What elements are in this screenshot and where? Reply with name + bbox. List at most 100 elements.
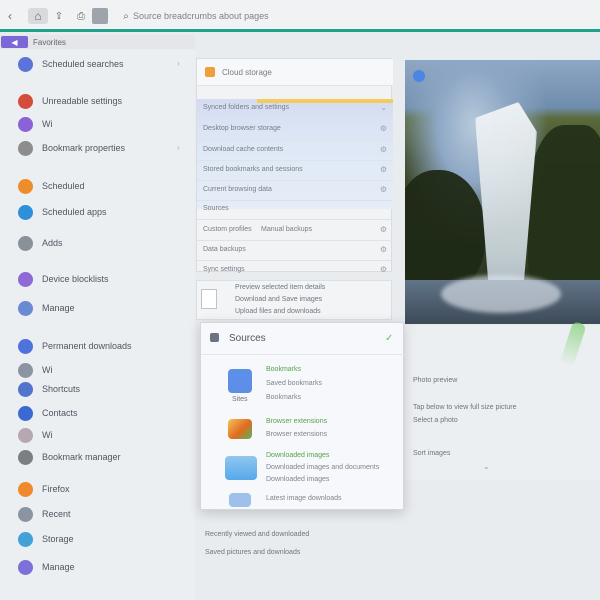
- sidebar-item[interactable]: Unreadable settings: [0, 91, 195, 113]
- sidebar-item[interactable]: Scheduled: [0, 176, 195, 198]
- dialog-item-subtitle: Browser extensions: [266, 431, 328, 438]
- panel-row[interactable]: Current browsing data ⚙: [197, 181, 393, 201]
- dialog-item-title: Browser extensions: [266, 418, 328, 425]
- folder-icon: [205, 67, 215, 77]
- panel-row[interactable]: Download cache contents ⚙: [197, 141, 393, 161]
- chevron-icon[interactable]: ⌄: [380, 103, 387, 112]
- panel-row[interactable]: Desktop browser storage ⚙: [197, 120, 393, 140]
- panel-header: Cloud storage: [197, 59, 393, 86]
- gear-icon[interactable]: ⚙: [380, 265, 387, 274]
- notes-icon: [18, 507, 33, 522]
- gear-icon[interactable]: ⚙: [380, 185, 387, 194]
- extension-icon: [228, 419, 252, 439]
- panel-row[interactable]: Synced folders and settings ⌄: [197, 99, 393, 119]
- orange-dot-icon: [18, 179, 33, 194]
- back-button[interactable]: ‹: [3, 8, 17, 24]
- dialog-icon: [210, 333, 219, 342]
- sidebar-item[interactable]: Contacts: [0, 403, 195, 425]
- sidebar-toggle-button[interactable]: ◀: [1, 36, 28, 48]
- share-icon[interactable]: ⇪: [53, 8, 65, 24]
- dialog-item-1[interactable]: Sites Bookmarks Saved bookmarks Bookmark…: [201, 365, 405, 415]
- photo-detail-line: Select a photo: [413, 417, 458, 424]
- sidebar-item-label: Bookmark manager: [42, 452, 121, 462]
- sidebar-item[interactable]: Firefox: [0, 479, 195, 501]
- purple-dot-icon: [18, 117, 33, 132]
- sidebar-item[interactable]: Storage: [0, 529, 195, 551]
- bottom-line-2: Saved pictures and downloads: [205, 549, 301, 556]
- panel-row-label: Synced folders and settings: [203, 104, 289, 111]
- panel-row[interactable]: Stored bookmarks and sessions ⚙: [197, 161, 393, 181]
- photo-detail-line: Photo preview: [413, 377, 458, 384]
- small-dot-icon: [18, 428, 33, 443]
- panel-row-label: Custom profiles: [203, 226, 252, 233]
- sidebar-item-label: Unreadable settings: [42, 96, 123, 106]
- preview-line-1: Preview selected item details: [235, 284, 326, 291]
- panel-row-label: Current browsing data: [203, 186, 272, 193]
- chevron-right-icon: ›: [177, 143, 180, 152]
- preview-card: Preview selected item details Download a…: [196, 280, 392, 320]
- rock-left: [405, 170, 485, 290]
- firefox-icon: [18, 482, 33, 497]
- chevron-right-icon: ›: [177, 59, 180, 68]
- panel-row-label: Data backups: [203, 246, 246, 253]
- sidebar-item[interactable]: Manage: [0, 298, 195, 320]
- mist: [441, 275, 561, 313]
- chrome-icon: [18, 94, 33, 109]
- gear-icon[interactable]: ⚙: [380, 225, 387, 234]
- dialog-item-3[interactable]: Downloaded images Downloaded images and …: [201, 452, 405, 490]
- search-icon[interactable]: ⌕: [120, 8, 132, 24]
- panel-row[interactable]: Data backups ⚙: [197, 241, 393, 261]
- sidebar-item[interactable]: Scheduled searches ›: [0, 54, 195, 76]
- sidebar-item[interactable]: Shortcuts: [0, 379, 195, 401]
- gear-icon[interactable]: ⚙: [380, 245, 387, 254]
- dialog-item-caption: Bookmarks: [266, 394, 302, 401]
- sidebar-item[interactable]: Adds: [0, 233, 195, 255]
- sidebar-header: ◀ Favorites: [0, 35, 195, 49]
- sidebar-item[interactable]: Wi: [0, 114, 195, 136]
- settings-panel: Cloud storage Synced folders and setting…: [196, 58, 393, 281]
- print-icon[interactable]: ⎙: [75, 8, 87, 24]
- sidebar-item[interactable]: Scheduled apps: [0, 202, 195, 224]
- small-dot-icon: [18, 363, 33, 378]
- sidebar-item[interactable]: Bookmark manager: [0, 447, 195, 469]
- sidebar-item[interactable]: Wi: [0, 425, 195, 447]
- sidebar-item-label: Permanent downloads: [42, 341, 132, 351]
- check-icon[interactable]: ✓: [385, 333, 393, 344]
- sidebar-item[interactable]: Recent: [0, 504, 195, 526]
- arrow-icon: [18, 406, 33, 421]
- dialog-item-caption: Downloaded images: [266, 476, 330, 483]
- breadcrumb-path: Source breadcrumbs about pages: [133, 11, 269, 21]
- image-icon[interactable]: [92, 8, 108, 24]
- blue-dot-icon: [18, 205, 33, 220]
- panel-row-label: Download cache contents: [203, 146, 284, 153]
- sidebar-item-label: Wi: [42, 365, 53, 375]
- home-button[interactable]: ⌂: [28, 8, 48, 24]
- panel-row[interactable]: Custom profiles ⚙ Manual backups: [197, 221, 393, 241]
- waterfall-image: [475, 102, 537, 302]
- image-icon: [18, 301, 33, 316]
- image-icon: [229, 493, 251, 507]
- panel-row[interactable]: Sources: [197, 200, 393, 220]
- dialog-item-title: Bookmarks: [266, 366, 302, 373]
- panel-row[interactable]: Sync settings ⚙: [197, 261, 393, 281]
- dialog-header: Sources ✓: [201, 323, 405, 355]
- sidebar-item[interactable]: Permanent downloads: [0, 336, 195, 358]
- sidebar-item[interactable]: Device blocklists: [0, 269, 195, 291]
- gear-icon[interactable]: ⚙: [380, 145, 387, 154]
- photo-detail-line: Sort images: [413, 450, 451, 457]
- folder-icon: [225, 456, 257, 480]
- sidebar-item[interactable]: Bookmark properties ›: [0, 138, 195, 160]
- photo-preview[interactable]: [405, 60, 600, 324]
- sidebar-item[interactable]: Manage: [0, 557, 195, 579]
- sidebar-item-label: Storage: [42, 534, 74, 544]
- sidebar-item-label: Firefox: [42, 484, 70, 494]
- gear-icon: [18, 450, 33, 465]
- sidebar-item-label: Shortcuts: [42, 384, 81, 394]
- dialog-item-2[interactable]: Browser extensions Browser extensions: [201, 417, 405, 451]
- titlebar: ‹ ⌂ ⇪ ⎙ ⌕ Source breadcrumbs about pages: [0, 0, 600, 32]
- gear-icon[interactable]: ⚙: [380, 165, 387, 174]
- chevron-down-icon[interactable]: ⌄: [483, 462, 490, 471]
- gear-icon[interactable]: ⚙: [380, 124, 387, 133]
- sidebar-item-label: Wi: [42, 430, 53, 440]
- dialog-item-4[interactable]: Latest image downloads: [201, 491, 405, 509]
